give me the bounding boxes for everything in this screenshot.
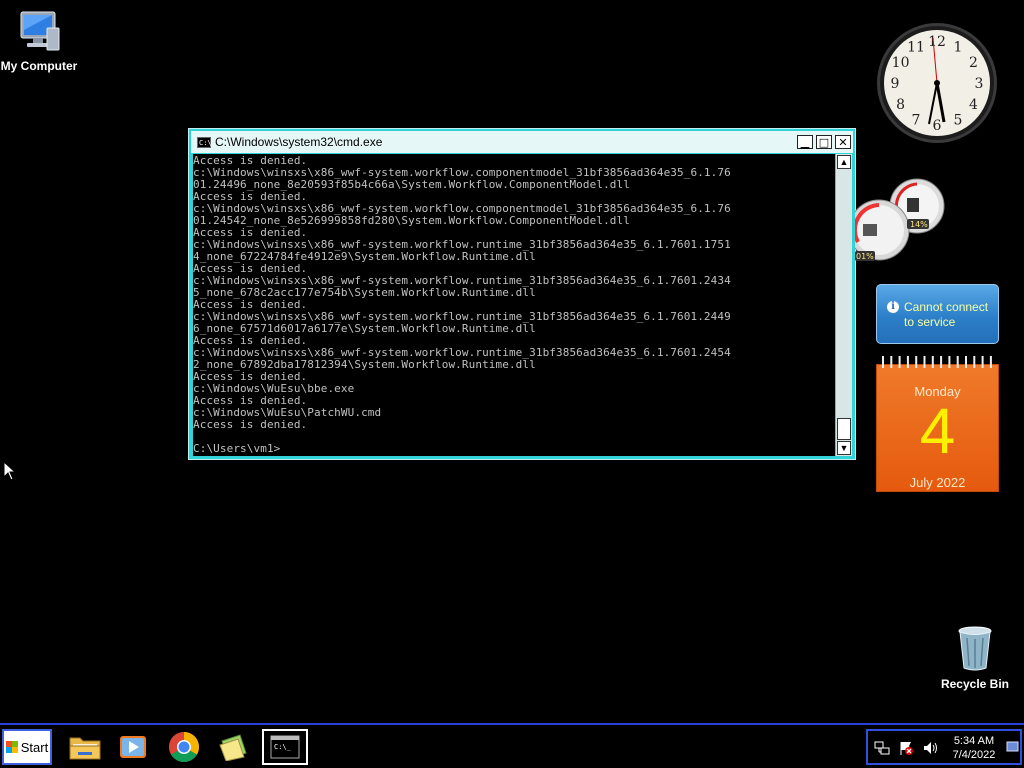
calendar-ring <box>923 356 926 368</box>
start-button[interactable]: Start <box>2 729 52 765</box>
taskbar-date: 7/4/2022 <box>952 749 996 761</box>
scroll-thumb[interactable] <box>837 418 851 440</box>
cmd-window[interactable]: C:\ C:\Windows\system32\cmd.exe ▁ □ ✕ Ac… <box>188 128 856 460</box>
clock-datetime[interactable]: 5:34 AM 7/4/2022 <box>946 734 1002 762</box>
chrome-icon <box>168 732 200 763</box>
calendar-ring <box>931 356 934 368</box>
taskbar-cmd-button[interactable]: C:\_ <box>262 729 308 765</box>
clock-number: 2 <box>969 55 978 71</box>
cmd-title-bar[interactable]: C:\ C:\Windows\system32\cmd.exe ▁ □ ✕ <box>191 131 853 153</box>
calendar-month-year: July 2022 <box>909 475 966 490</box>
clock-number: 5 <box>954 112 963 128</box>
cmd-app-icon: C:\ <box>197 136 212 148</box>
computer-icon <box>20 11 60 51</box>
taskbar-sticky-notes-button[interactable] <box>213 729 255 765</box>
taskbar-media-player-button[interactable] <box>112 729 154 765</box>
network-icon[interactable] <box>874 740 890 756</box>
calendar-ring <box>940 356 943 368</box>
clock-number: 7 <box>912 112 921 128</box>
calendar-ring <box>882 356 884 368</box>
calendar-date: 4 <box>919 395 956 467</box>
cmd-line: C:\Users\vm1> <box>193 442 281 455</box>
calendar-ring <box>981 356 984 368</box>
calendar-ring <box>898 356 901 368</box>
svg-text:C:\_: C:\_ <box>274 743 292 751</box>
clock-number: 10 <box>892 55 910 71</box>
clock-number: 9 <box>891 76 900 92</box>
calendar-ring <box>906 356 909 368</box>
scroll-down-button[interactable]: ▼ <box>837 441 851 455</box>
taskbar-time: 5:34 AM <box>953 735 995 747</box>
calendar-ring <box>915 356 918 368</box>
notes-icon <box>219 734 247 761</box>
recycle-bin-icon <box>958 626 992 671</box>
meter-icon: 14% 01% <box>848 178 945 261</box>
clock-number: 8 <box>896 97 905 113</box>
clock-number: 11 <box>907 40 925 56</box>
taskbar-explorer-button[interactable] <box>64 729 106 765</box>
media-player-icon <box>120 736 146 758</box>
cpu-percent: 01% <box>856 252 874 261</box>
cmd-icon: C:\_ <box>270 735 300 759</box>
recycle-bin-desktop-icon[interactable]: Recycle Bin <box>930 624 1020 691</box>
scroll-up-button[interactable]: ▲ <box>837 155 851 169</box>
clock-number: 3 <box>975 76 984 92</box>
info-icon: i <box>887 301 899 313</box>
cmd-line: Access is denied. <box>193 418 308 431</box>
memory-percent: 14% <box>910 220 928 229</box>
weather-message-line1: Cannot connect <box>904 300 989 314</box>
cmd-vertical-scrollbar[interactable]: ▲ ▼ <box>836 154 852 456</box>
cmd-line <box>193 431 835 443</box>
weather-gadget[interactable]: i Cannot connect to service <box>876 284 999 344</box>
calendar-rings-icon <box>882 356 992 368</box>
windows-flag-icon <box>5 741 18 753</box>
maximize-button[interactable]: □ <box>816 135 832 149</box>
clock-gadget[interactable]: 12 1 2 3 4 5 6 7 8 9 10 11 <box>876 22 998 144</box>
clock-face: 12 12 3 45678 9 1011 <box>877 23 997 143</box>
cmd-console-area[interactable]: Access is denied. c:\Windows\winsxs\x86_w… <box>193 154 835 456</box>
clock-number: 6 <box>933 118 942 134</box>
cmd-output: Access is denied. c:\Windows\winsxs\x86_w… <box>193 154 835 455</box>
mouse-cursor-icon <box>3 461 17 481</box>
calendar-gadget[interactable]: Monday 4 July 2022 <box>876 356 999 492</box>
clock-number: 4 <box>969 97 978 113</box>
close-button[interactable]: ✕ <box>835 135 851 149</box>
calendar-page: Monday 4 July 2022 <box>876 364 999 492</box>
clock-number: 12 <box>928 34 946 50</box>
taskbar: Start C:\_ 5:34 AM 7/4/2022 <box>0 723 1024 768</box>
my-computer-label: My Computer <box>0 59 78 73</box>
my-computer-desktop-icon[interactable]: My Computer <box>0 8 84 73</box>
calendar-ring <box>989 356 992 368</box>
calendar-ring <box>890 356 893 368</box>
taskbar-chrome-button[interactable] <box>163 729 205 765</box>
calendar-ring <box>965 356 967 368</box>
system-tray: 5:34 AM 7/4/2022 <box>866 729 1022 765</box>
minimize-button[interactable]: ▁ <box>797 135 813 149</box>
folder-icon <box>69 737 101 760</box>
calendar-ring <box>956 356 959 368</box>
weather-error-message: Cannot connect to service <box>904 300 988 330</box>
calendar-ring <box>948 356 951 368</box>
weather-message-line2: to service <box>904 315 956 329</box>
start-label: Start <box>20 739 49 755</box>
cmd-window-title: C:\Windows\system32\cmd.exe <box>215 135 383 149</box>
action-center-flag-icon[interactable] <box>898 740 914 756</box>
cpu-meter-gadget[interactable]: 14% 01% <box>848 178 950 264</box>
calendar-ring <box>973 356 976 368</box>
clock-number: 1 <box>954 40 963 56</box>
speaker-icon[interactable] <box>922 740 938 756</box>
recycle-bin-label: Recycle Bin <box>940 677 1010 691</box>
show-desktop-icon[interactable] <box>1006 737 1019 757</box>
